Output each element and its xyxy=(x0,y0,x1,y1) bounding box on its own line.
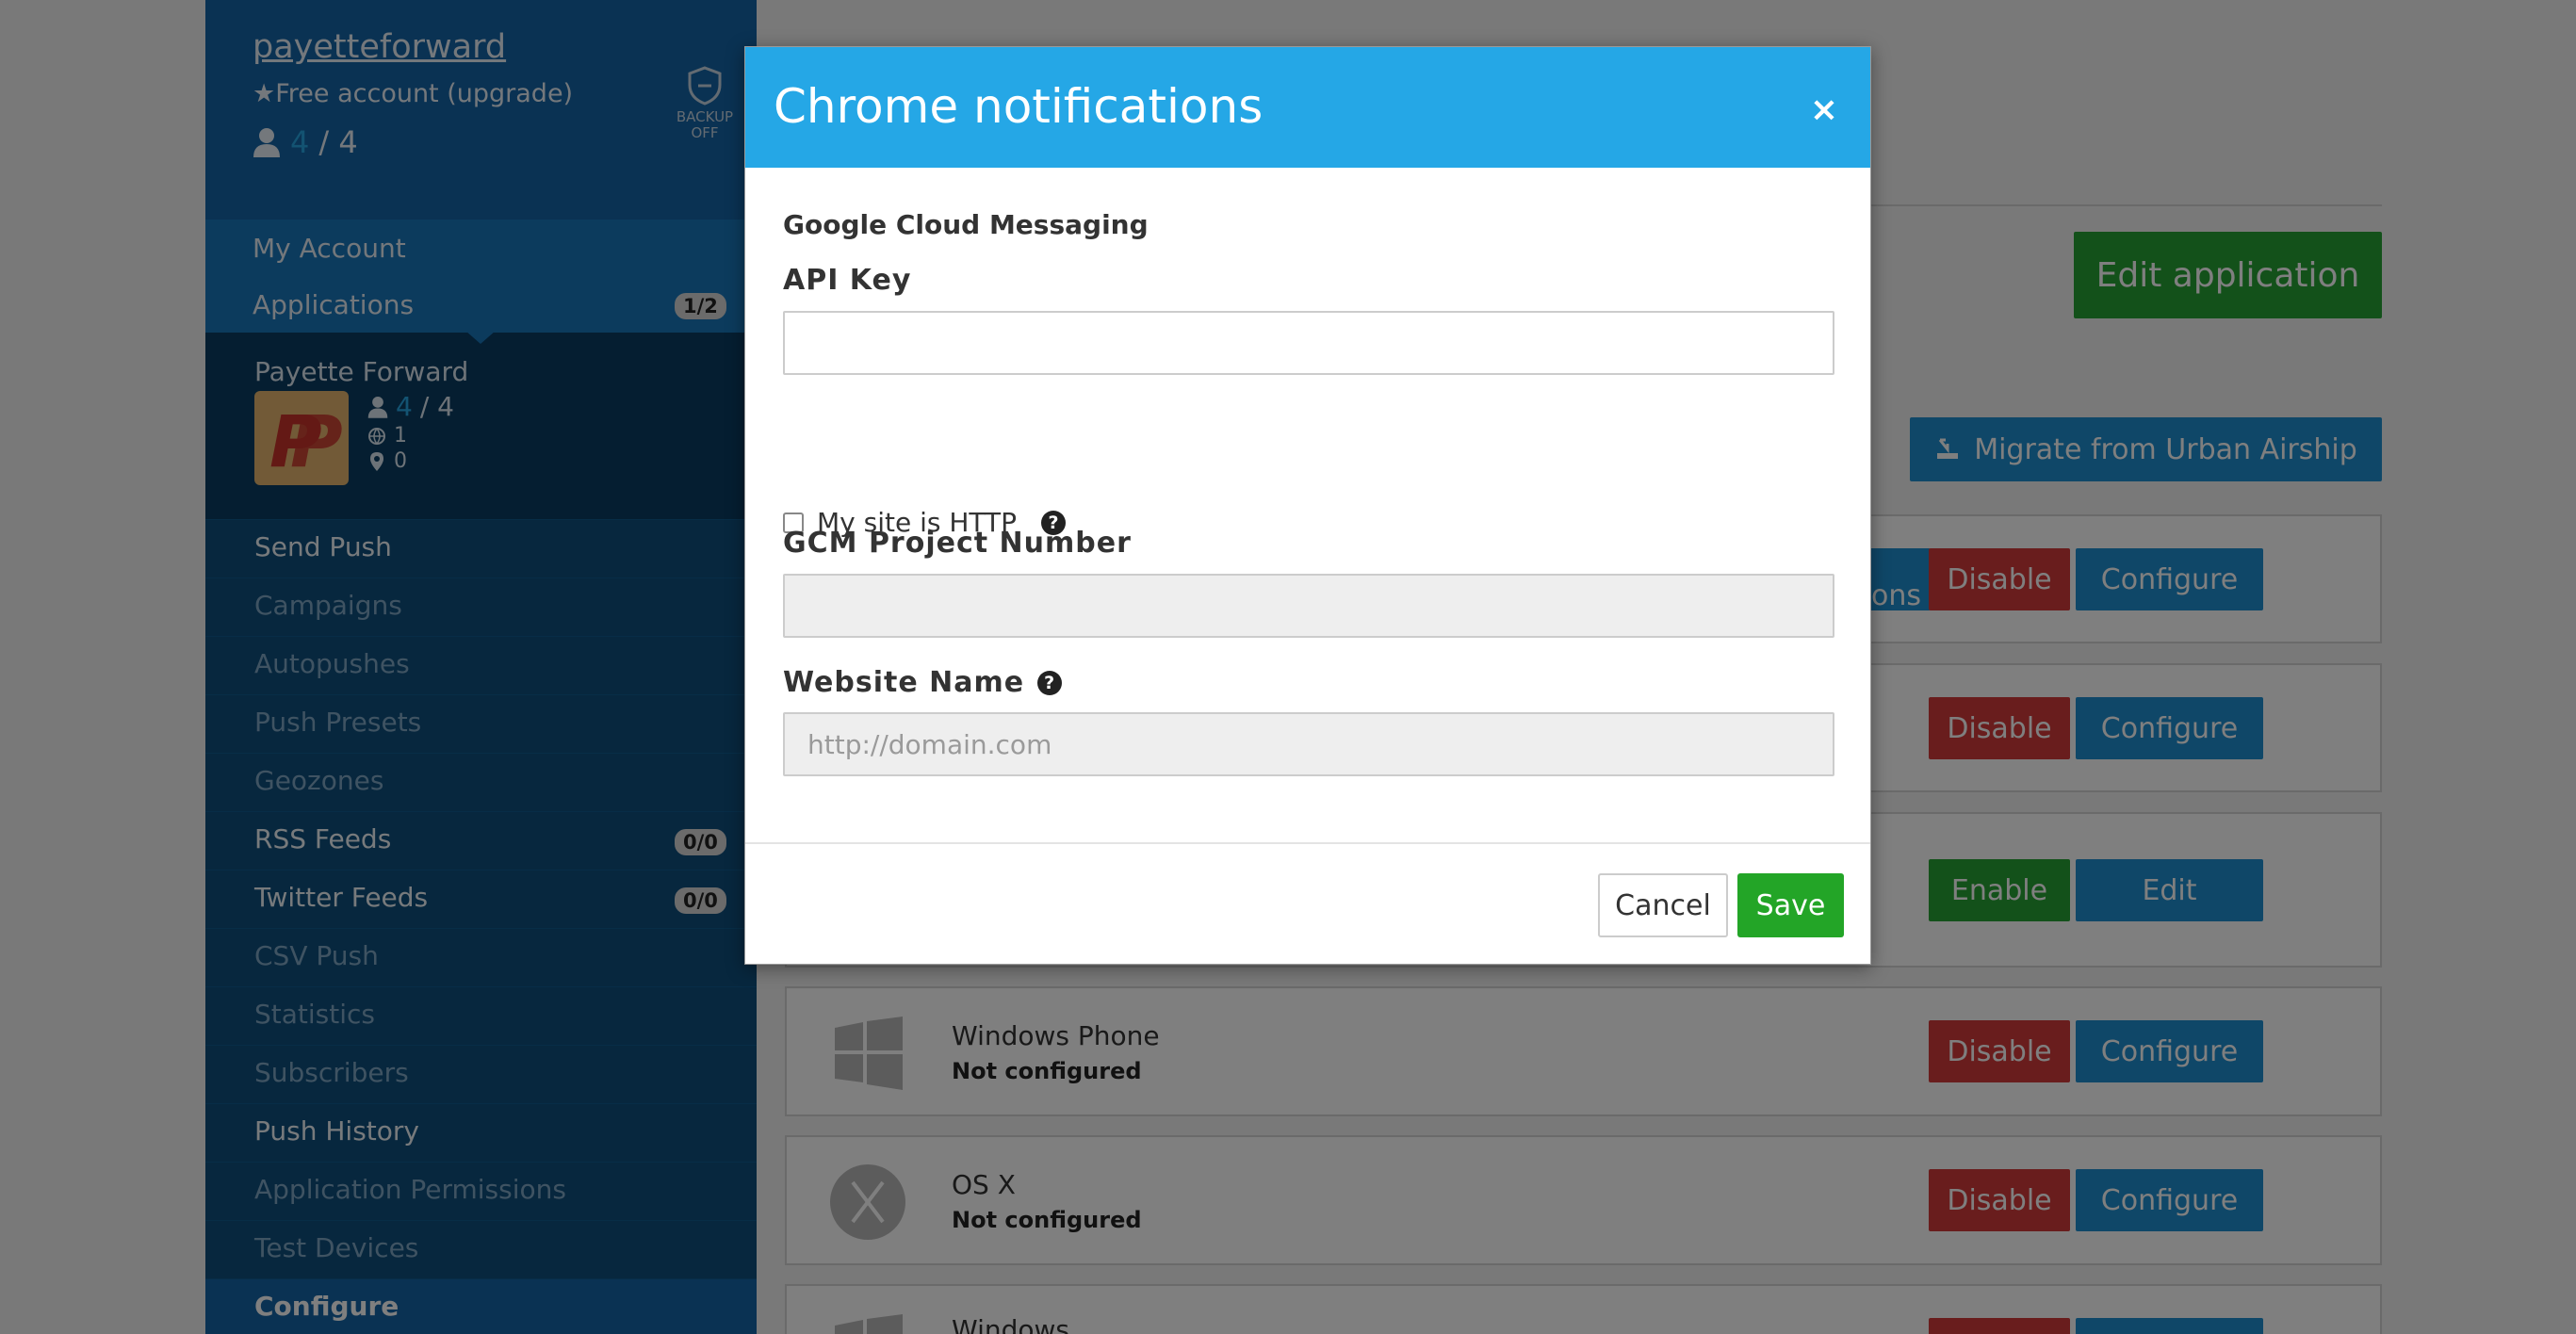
chrome-notifications-dialog: Chrome notifications × Google Cloud Mess… xyxy=(744,46,1871,965)
website-label-text: Website Name xyxy=(783,666,1025,699)
section-title: Google Cloud Messaging xyxy=(783,209,1149,240)
website-name-label: Website Name ? xyxy=(783,666,1063,699)
gcm-project-number-label: GCM Project Number xyxy=(783,527,1132,560)
gcm-project-number-input[interactable] xyxy=(783,574,1834,638)
api-key-label: API Key xyxy=(783,264,911,297)
save-button[interactable]: Save xyxy=(1737,873,1844,937)
api-key-label-text: API Key xyxy=(783,264,912,297)
modal-footer-divider xyxy=(745,842,1870,844)
website-name-input[interactable] xyxy=(783,712,1834,776)
gcm-label-text: GCM Project Number xyxy=(783,527,1132,560)
cancel-button[interactable]: Cancel xyxy=(1598,873,1728,937)
api-key-input[interactable] xyxy=(783,311,1834,375)
modal-header: Chrome notifications × xyxy=(745,47,1870,168)
close-icon[interactable]: × xyxy=(1810,90,1838,129)
help-icon[interactable]: ? xyxy=(1037,670,1063,695)
modal-title: Chrome notifications xyxy=(774,79,1264,134)
